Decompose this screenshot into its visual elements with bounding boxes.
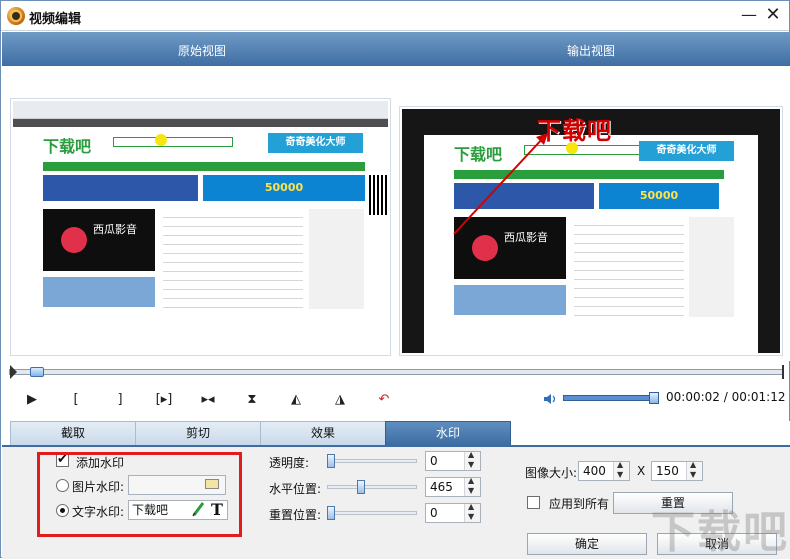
spinner-arrows-icon[interactable] — [613, 460, 629, 480]
spinner-arrows-icon[interactable] — [464, 476, 480, 496]
folder-icon[interactable] — [205, 479, 219, 489]
timeline-track[interactable] — [9, 369, 783, 375]
mark-out-icon[interactable]: ] — [108, 389, 132, 411]
output-frame: 下载吧 奇奇美化大师 50000 西瓜影音 下载吧 — [402, 109, 780, 353]
edit-tabs: 截取 剪切 效果 水印 — [2, 421, 790, 445]
corner-watermark: 下载吧 — [651, 507, 789, 558]
preview-area: 下载吧 奇奇美化大师 50000 西瓜影音 下载吧 奇奇美化大师 50000 西… — [2, 66, 790, 361]
h-position-slider[interactable] — [327, 485, 417, 489]
image-width-spinner[interactable]: 400 — [578, 460, 630, 481]
spinner-arrows-icon[interactable] — [464, 450, 480, 470]
timeline-end-marker-icon[interactable] — [778, 365, 784, 379]
transparency-slider[interactable] — [327, 459, 417, 463]
apply-all-label: 应用到所有 — [549, 497, 610, 511]
apply-all-checkbox[interactable] — [527, 496, 540, 509]
image-watermark-label: 图片水印: — [72, 480, 125, 494]
add-watermark-label: 添加水印 — [76, 456, 125, 470]
close-button[interactable]: ✕ — [763, 6, 783, 26]
site-logo: 下载吧 — [43, 137, 92, 156]
font-icon[interactable]: T — [211, 500, 223, 519]
spinner-arrows-icon[interactable] — [686, 460, 702, 480]
transparency-slider-thumb[interactable] — [327, 454, 335, 468]
play-icon[interactable]: ▶ — [20, 389, 44, 411]
image-size-label: 图像大小: — [525, 466, 578, 480]
tab-cut[interactable]: 剪切 — [135, 421, 261, 445]
original-frame: 下载吧 奇奇美化大师 50000 西瓜影音 — [13, 101, 388, 353]
image-height-spinner[interactable]: 150 — [651, 460, 703, 481]
tab-watermark[interactable]: 水印 — [385, 421, 511, 445]
mark-in-icon[interactable]: [ — [64, 389, 88, 411]
h-position-label: 水平位置: — [269, 482, 322, 496]
spinner-arrows-icon[interactable] — [464, 502, 480, 522]
view-header: 原始视图 输出视图 — [2, 32, 790, 66]
time-display: 00:00:02 / 00:01:12 — [666, 390, 786, 404]
image-watermark-radio[interactable] — [56, 479, 69, 492]
minimize-button[interactable]: — — [739, 6, 759, 26]
v-position-slider[interactable] — [327, 511, 417, 515]
original-preview-pane: 下载吧 奇奇美化大师 50000 西瓜影音 — [10, 98, 391, 356]
undo-icon[interactable]: ↶ — [372, 389, 396, 411]
ok-button[interactable]: 确定 — [527, 533, 647, 555]
pen-color-icon[interactable] — [191, 501, 205, 517]
text-watermark-label: 文字水印: — [72, 505, 125, 519]
split-icon[interactable]: ⧗ — [240, 389, 264, 411]
h-position-slider-thumb[interactable] — [357, 480, 365, 494]
timeline-playhead[interactable] — [30, 367, 44, 377]
v-position-label: 重置位置: — [269, 508, 322, 522]
v-position-spinner[interactable]: 0 — [425, 502, 481, 523]
transparency-spinner[interactable]: 0 — [425, 450, 481, 471]
tab-trim[interactable]: 截取 — [10, 421, 136, 445]
size-separator: X — [637, 464, 646, 478]
step-icon[interactable]: ▸◂ — [196, 389, 220, 411]
rotate-right-icon[interactable]: ◮ — [328, 389, 352, 411]
qr-code-icon — [369, 175, 388, 215]
h-position-spinner[interactable]: 465 — [425, 476, 481, 497]
text-watermark-radio[interactable] — [56, 504, 69, 517]
volume-icon[interactable] — [543, 392, 557, 406]
add-watermark-checkbox[interactable] — [56, 452, 69, 467]
text-watermark-preview[interactable]: 下载吧 — [537, 111, 612, 146]
player-logo-icon — [61, 227, 87, 253]
cursor-highlight — [155, 134, 167, 146]
v-position-slider-thumb[interactable] — [327, 506, 335, 520]
original-view-label: 原始视图 — [178, 44, 227, 58]
output-view-label: 输出视图 — [567, 44, 616, 58]
title-bar: 视频编辑 — ✕ — [1, 1, 789, 31]
rotate-left-icon[interactable]: ◭ — [284, 389, 308, 411]
goto-mark-icon[interactable]: [▸] — [152, 389, 176, 411]
transparency-label: 透明度: — [269, 456, 310, 470]
video-edit-window: 视频编辑 — ✕ 原始视图 输出视图 下载吧 奇奇美化大师 50000 西瓜影音… — [0, 0, 790, 559]
volume-slider-thumb[interactable] — [649, 392, 659, 404]
tab-effects[interactable]: 效果 — [260, 421, 386, 445]
app-logo-icon — [7, 7, 25, 25]
window-title: 视频编辑 — [29, 12, 82, 27]
timeline-start-marker-icon[interactable] — [10, 365, 17, 379]
volume-slider[interactable] — [563, 395, 659, 401]
output-preview-pane: 下载吧 奇奇美化大师 50000 西瓜影音 下载吧 — [399, 106, 783, 356]
